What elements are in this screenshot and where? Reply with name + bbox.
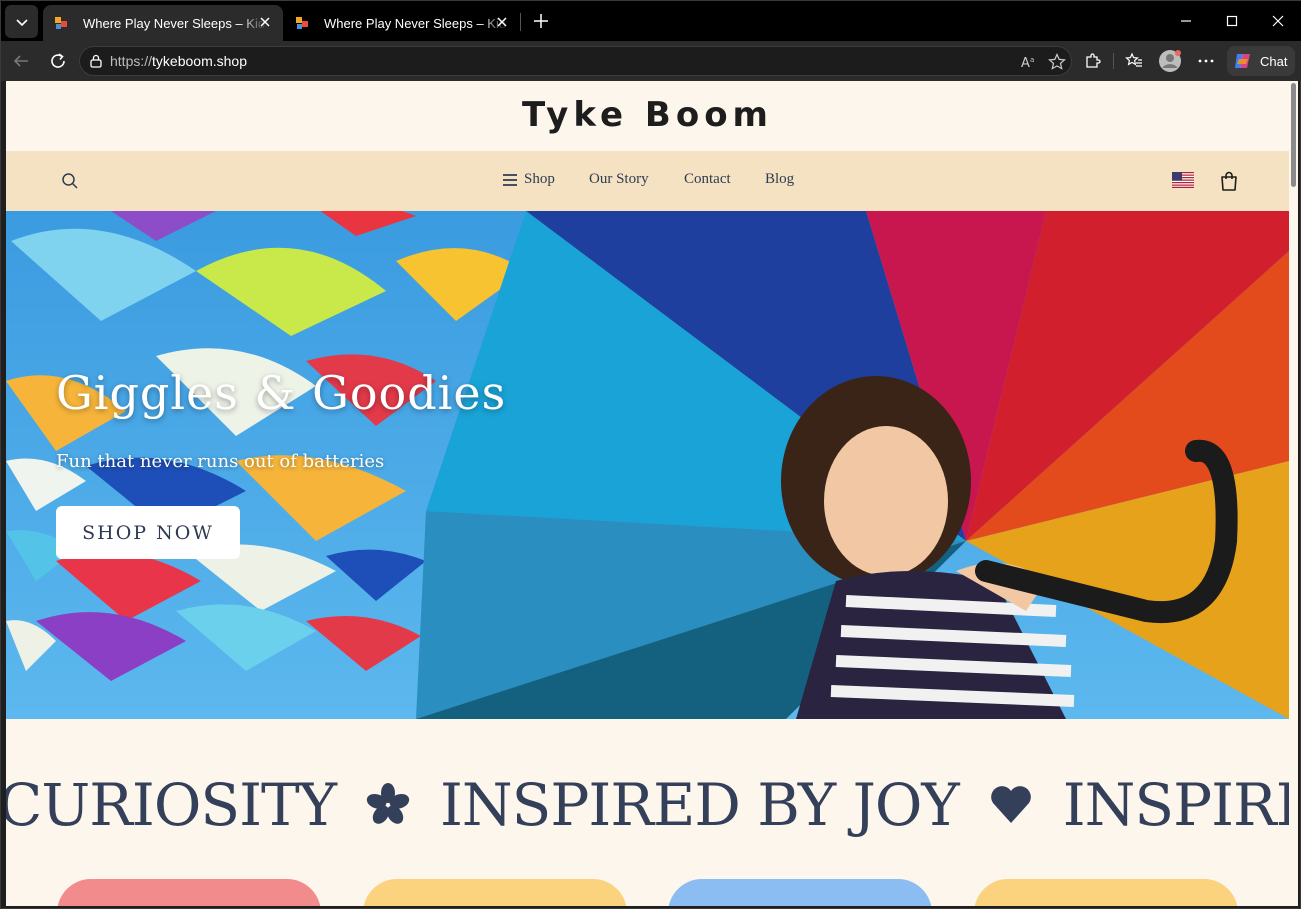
category-cards [6, 879, 1289, 906]
nav-our-story-label: Our Story [589, 171, 649, 187]
us-flag-icon[interactable] [1172, 172, 1194, 188]
marquee-item: INSPIRED BY JOY [440, 771, 960, 839]
flower-icon [366, 783, 410, 827]
lock-icon[interactable] [89, 54, 103, 68]
extensions-button[interactable] [1081, 49, 1105, 73]
chevron-down-icon [15, 18, 28, 26]
close-icon [1272, 15, 1284, 27]
copilot-chat-button[interactable]: Chat [1227, 46, 1295, 76]
page-scrollbar[interactable] [1289, 81, 1298, 906]
browser-toolbar: https://tykeboom.shop Aa Chat [1, 41, 1301, 81]
favorites-list-icon [1125, 52, 1142, 67]
svg-text:A: A [1021, 56, 1030, 71]
tab-actions-menu-button[interactable] [5, 5, 38, 38]
scrollbar-thumb[interactable] [1291, 83, 1296, 187]
url-text[interactable]: https://tykeboom.shop [110, 53, 247, 69]
svg-text:a: a [1030, 56, 1034, 64]
web-page: Tyke Boom Shop Our Story Contact Blog Gi… [6, 81, 1289, 906]
tab-inactive[interactable]: Where Play Never Sleeps – Kids' Toys [284, 5, 520, 41]
nav-our-story[interactable]: Our Story [589, 171, 649, 188]
more-options-button[interactable] [1194, 49, 1218, 73]
nav-contact-label: Contact [684, 171, 731, 187]
nav-shop-label: Shop [524, 171, 555, 187]
close-window-button[interactable] [1255, 1, 1301, 41]
tab-separator [520, 13, 521, 31]
nav-blog[interactable]: Blog [765, 171, 794, 188]
heart-icon [989, 785, 1033, 825]
marquee-item: CURIOSITY [6, 771, 337, 839]
brand-header: Tyke Boom [6, 81, 1289, 151]
browser-window: Where Play Never Sleeps – Kids' Toys Whe… [0, 0, 1301, 909]
hero-title: Giggles & Goodies [56, 366, 507, 420]
shopping-bag-icon[interactable] [1218, 170, 1240, 192]
main-nav: Shop Our Story Contact Blog [6, 151, 1289, 211]
maximize-button[interactable] [1209, 1, 1255, 41]
hero-banner: Giggles & Goodies Fun that never runs ou… [6, 211, 1289, 719]
nav-shop[interactable]: Shop [502, 171, 555, 188]
marquee-item: INSPIRE [1062, 771, 1289, 839]
site-favicon-icon [55, 17, 67, 29]
category-card[interactable] [57, 879, 321, 906]
read-aloud-icon[interactable]: Aa [1020, 53, 1038, 71]
maximize-icon [1226, 15, 1238, 27]
new-tab-button[interactable] [529, 9, 553, 33]
minimize-icon [1181, 20, 1191, 22]
copilot-icon [1235, 54, 1250, 68]
nav-blog-label: Blog [765, 171, 795, 187]
shop-now-button[interactable]: SHOP NOW [56, 506, 240, 559]
address-bar[interactable]: https://tykeboom.shop Aa [79, 46, 1072, 76]
close-tab-icon[interactable] [257, 14, 273, 30]
minimize-button[interactable] [1163, 1, 1209, 41]
url-host: tykeboom.shop [152, 53, 247, 69]
close-tab-icon[interactable] [494, 14, 510, 30]
category-card[interactable] [974, 879, 1238, 906]
category-card[interactable] [363, 879, 627, 906]
marquee-banner: CURIOSITY INSPIRED BY JOY INSPIRE [6, 771, 1289, 841]
tab-title: Where Play Never Sleeps – Kids' Toys [324, 15, 508, 31]
reload-icon [51, 53, 65, 68]
arrow-left-icon [13, 55, 28, 67]
hero-subtitle: Fun that never runs out of batteries [56, 451, 385, 472]
ellipsis-icon [1198, 59, 1214, 63]
tab-title: Where Play Never Sleeps – Kids' Toys [83, 15, 267, 31]
reload-button[interactable] [46, 49, 70, 73]
favorites-button[interactable] [1122, 49, 1146, 73]
favorite-star-icon[interactable] [1048, 53, 1066, 71]
marquee-track: CURIOSITY INSPIRED BY JOY INSPIRE [6, 771, 1289, 839]
back-button[interactable] [9, 49, 33, 73]
puzzle-icon [1086, 53, 1101, 68]
nav-contact[interactable]: Contact [684, 171, 731, 188]
chat-label: Chat [1260, 53, 1288, 69]
category-card[interactable] [668, 879, 932, 906]
toolbar-divider [1113, 53, 1114, 69]
url-protocol: https:// [110, 53, 153, 69]
plus-icon [534, 14, 548, 28]
site-favicon-icon [296, 17, 308, 29]
profile-button[interactable] [1158, 49, 1182, 73]
tab-bar: Where Play Never Sleeps – Kids' Toys Whe… [1, 1, 1301, 41]
search-icon[interactable] [60, 171, 80, 191]
hamburger-icon [503, 173, 517, 186]
avatar-icon [1159, 50, 1181, 72]
site-logo[interactable]: Tyke Boom [6, 95, 1289, 135]
tab-active[interactable]: Where Play Never Sleeps – Kids' Toys [43, 5, 283, 41]
